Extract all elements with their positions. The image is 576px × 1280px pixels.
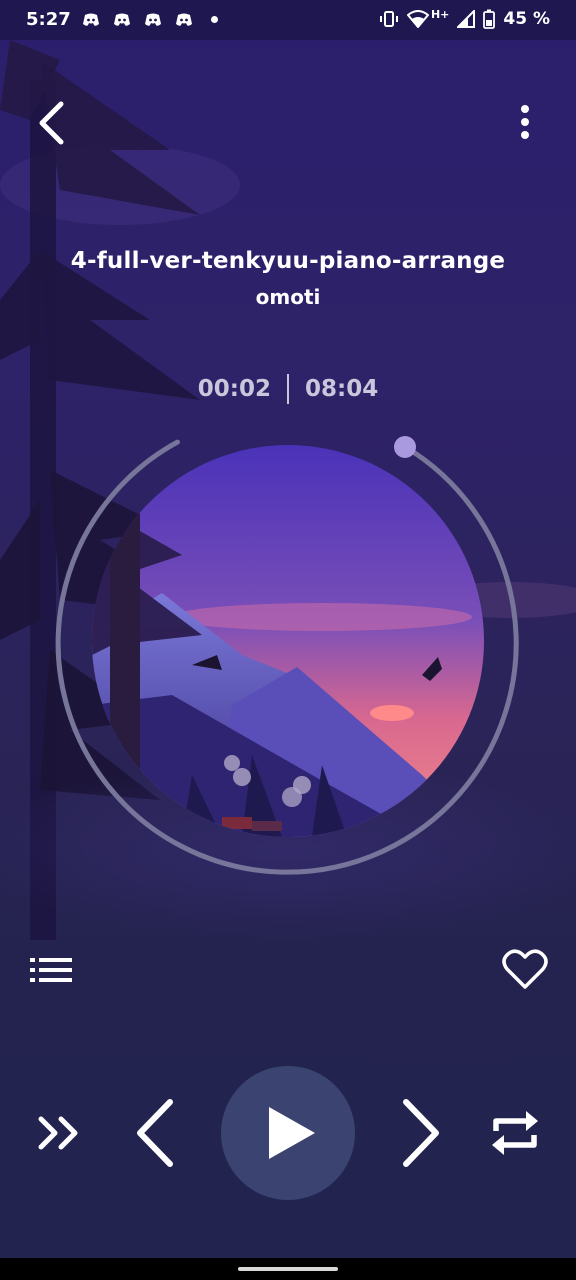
- time-separator: [287, 374, 289, 404]
- repeat-button[interactable]: [486, 1104, 544, 1162]
- double-chevron-right-icon: [38, 1116, 78, 1150]
- network-type: H+: [430, 7, 450, 21]
- playlist-icon: [30, 958, 72, 982]
- track-title: 4-full-ver-tenkyuu-piano-arrange: [70, 248, 506, 274]
- progress-ring[interactable]: [55, 420, 521, 886]
- battery-percent: 45 %: [503, 9, 550, 29]
- discord-icon: [176, 13, 192, 26]
- play-icon: [269, 1107, 315, 1159]
- vibrate-icon: [379, 11, 398, 27]
- more-vertical-icon: [521, 105, 529, 139]
- wifi-icon: [406, 10, 429, 28]
- heart-outline-icon: [502, 949, 548, 989]
- discord-icon: [114, 13, 130, 26]
- duration-time: 08:04: [305, 376, 379, 402]
- status-time: 5:27: [26, 9, 71, 30]
- previous-button[interactable]: [128, 1097, 180, 1169]
- chevron-left-icon: [39, 101, 64, 145]
- discord-icon: [83, 13, 99, 26]
- favorite-button[interactable]: [500, 945, 550, 993]
- playlist-button[interactable]: [26, 950, 76, 990]
- discord-icon: [145, 13, 161, 26]
- more-notifications-dot: [211, 16, 218, 23]
- home-gesture-handle[interactable]: [238, 1267, 338, 1271]
- play-button[interactable]: [221, 1066, 355, 1200]
- chevron-right-icon: [403, 1099, 439, 1167]
- next-button[interactable]: [396, 1097, 448, 1169]
- shuffle-button[interactable]: [34, 1110, 86, 1156]
- signal-icon: [457, 10, 476, 28]
- track-artist: omoti: [255, 285, 321, 309]
- chevron-left-icon: [137, 1099, 173, 1167]
- back-button[interactable]: [28, 96, 74, 150]
- progress-track: [55, 439, 519, 875]
- time-display: 00:02 08:04: [0, 374, 576, 404]
- repeat-icon: [492, 1111, 538, 1155]
- progress-thumb[interactable]: [394, 436, 416, 458]
- elapsed-time: 00:02: [197, 376, 271, 402]
- status-right: H+ 45 %: [379, 7, 550, 29]
- battery-icon: [483, 9, 496, 29]
- more-options-button[interactable]: [507, 98, 543, 146]
